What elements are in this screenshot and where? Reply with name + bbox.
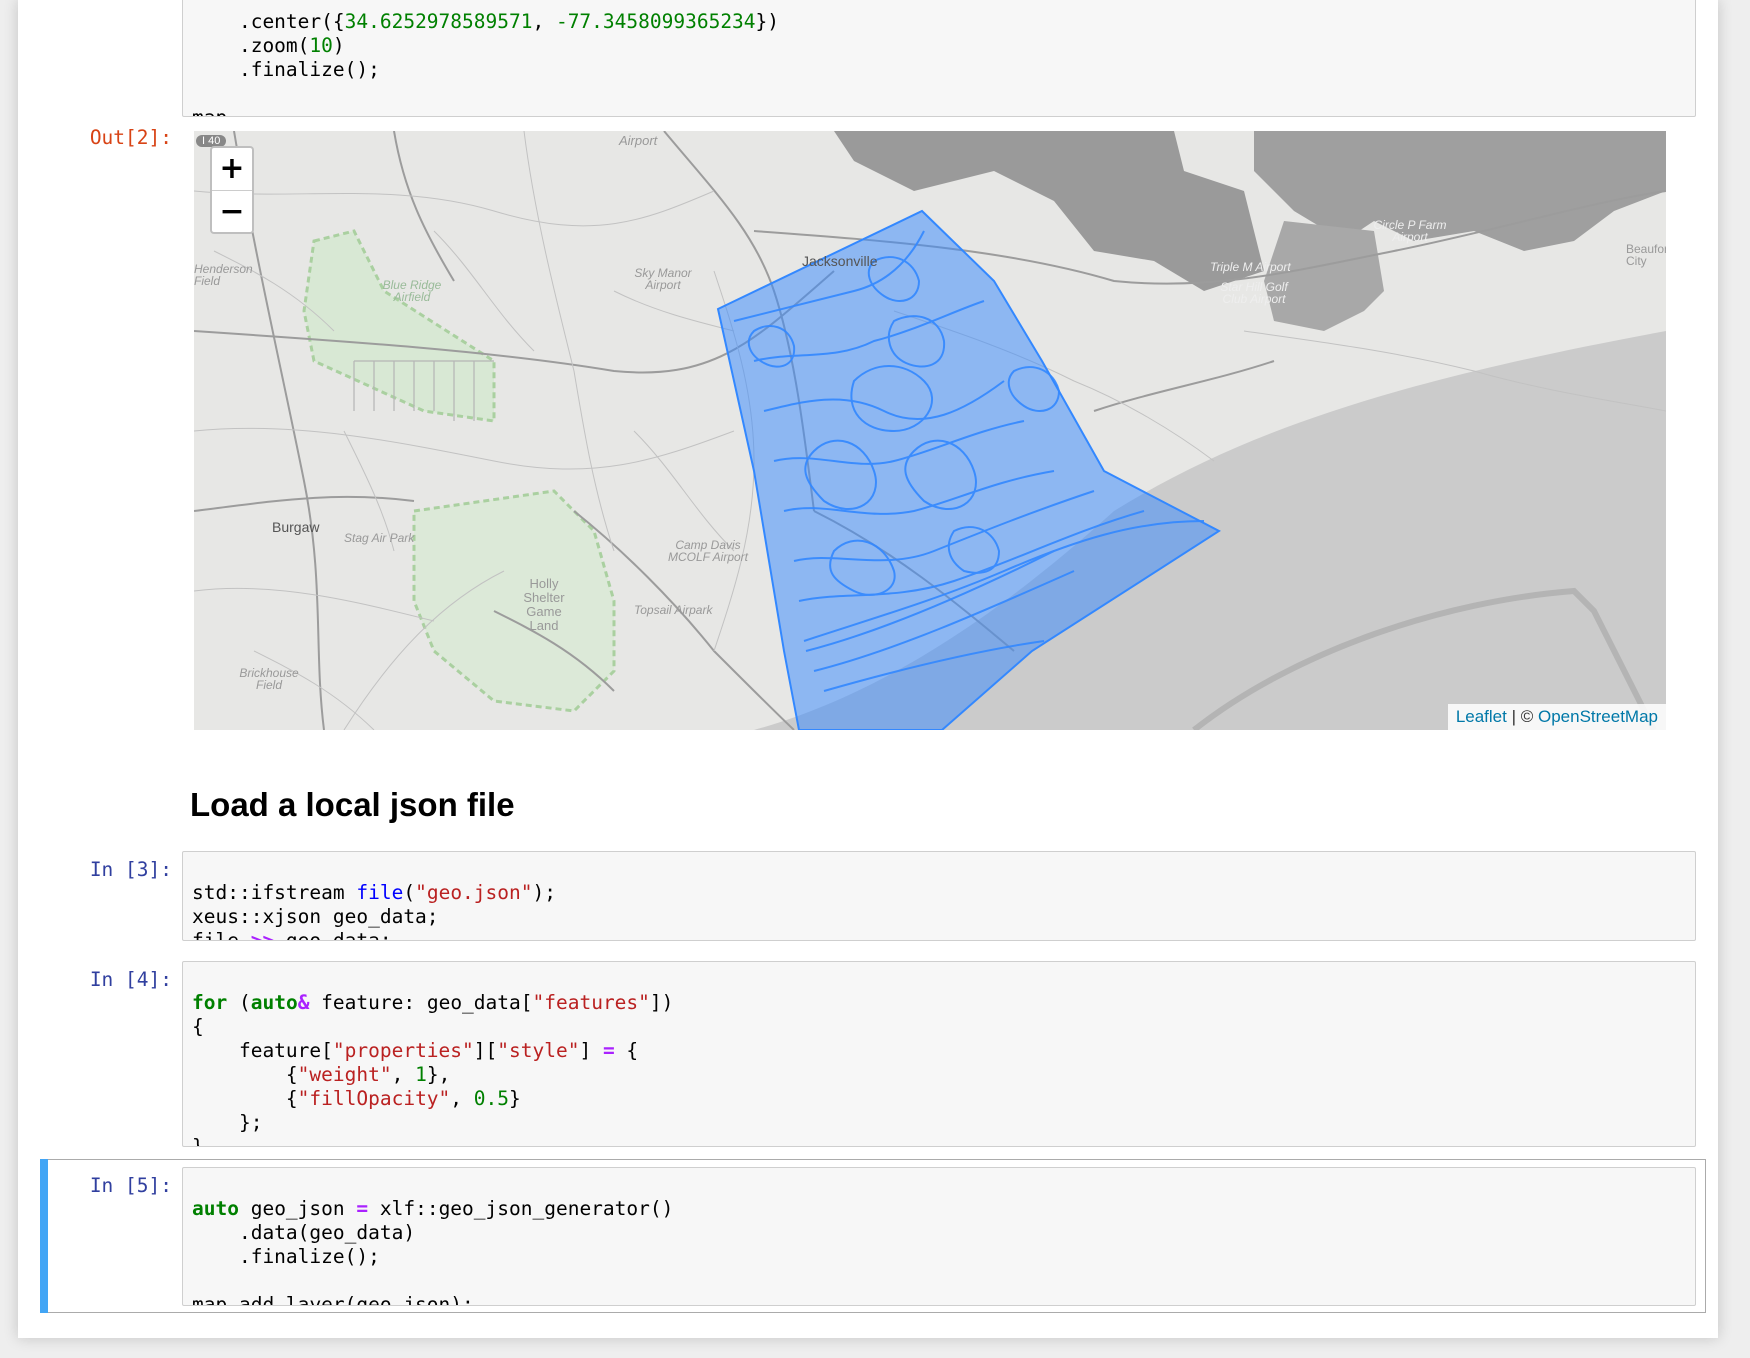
map-label-henderson: Henderson Field xyxy=(194,262,253,288)
leaflet-map[interactable]: Airport Jacksonville Henderson Field Blu… xyxy=(194,131,1666,730)
code-line: .center({34.6252978589571, -77.345809936… xyxy=(192,10,780,33)
code-cell-3[interactable]: std::ifstream file("geo.json"); xeus::xjs… xyxy=(182,851,1696,941)
map-label-sky-manor: Sky Manor Airport xyxy=(634,266,692,292)
code-cell-2[interactable]: .center({34.6252978589571, -77.345809936… xyxy=(182,0,1696,117)
map-label-topsail: Topsail Airpark xyxy=(634,603,713,617)
code-line: file >> geo_data; xyxy=(192,929,392,941)
map-label-airport: Airport xyxy=(619,133,658,148)
zoom-out-button[interactable]: − xyxy=(212,191,252,232)
zoom-in-button[interactable]: + xyxy=(212,148,252,191)
code-line: }; xyxy=(192,1111,263,1134)
map-label-holly: Holly Shelter Game Land xyxy=(523,576,565,633)
code-cell-5[interactable]: auto geo_json = xlf::geo_json_generator(… xyxy=(182,1167,1696,1306)
map-label-circle-p: Circle P Farm Airport xyxy=(1373,218,1447,244)
openstreetmap-link[interactable]: OpenStreetMap xyxy=(1538,707,1658,726)
code-line: {"weight", 1}, xyxy=(192,1063,451,1086)
map-label-stag-air: Stag Air Park xyxy=(344,531,415,545)
attribution-separator: | © xyxy=(1506,707,1538,726)
code-line: .zoom(10) xyxy=(192,34,345,57)
out-prompt-2: Out[2]: xyxy=(89,126,172,149)
code-line: for (auto& feature: geo_data["features"]… xyxy=(192,991,674,1014)
zoom-control: + − xyxy=(210,146,254,234)
park-area xyxy=(302,229,496,423)
code-line: map.add_layer(geo_json); xyxy=(192,1293,474,1306)
map-label-camp-davis: Camp Davis MCOLF Airport xyxy=(668,538,749,564)
map-label-triple-m: Triple M Airport xyxy=(1210,260,1291,274)
in-prompt-5: In [5]: xyxy=(89,1174,172,1197)
map-label-star-hill: Star Hill Golf Club Airport xyxy=(1220,280,1288,306)
map-label-brickhouse: Brickhouse Field xyxy=(239,666,299,692)
leaflet-link[interactable]: Leaflet xyxy=(1456,707,1507,726)
code-line: { xyxy=(192,1015,204,1038)
code-line: xeus::xjson geo_data; xyxy=(192,905,439,928)
code-line: } xyxy=(192,1135,204,1147)
map-label-jacksonville: Jacksonville xyxy=(802,253,878,269)
in-prompt-3: In [3]: xyxy=(89,858,172,881)
map-label-beaufort: Beaufort City xyxy=(1626,242,1666,268)
code-line: feature["properties"]["style"] = { xyxy=(192,1039,639,1062)
map-label-blue-ridge: Blue Ridge Airfield xyxy=(382,278,442,304)
markdown-heading: Load a local json file xyxy=(190,786,515,823)
map-attribution: Leaflet | © OpenStreetMap xyxy=(1447,704,1666,730)
code-line: std::ifstream file("geo.json"); xyxy=(192,881,556,904)
code-cell-4[interactable]: for (auto& feature: geo_data["features"]… xyxy=(182,961,1696,1147)
code-line: {"fillOpacity", 0.5} xyxy=(192,1087,521,1110)
code-line: map xyxy=(192,106,1686,116)
in-prompt-4: In [4]: xyxy=(89,968,172,991)
code-line: auto geo_json = xlf::geo_json_generator(… xyxy=(192,1197,674,1220)
code-line: .finalize(); xyxy=(192,58,380,81)
code-line: .finalize(); xyxy=(192,1245,380,1268)
wetland-area xyxy=(1264,221,1384,331)
map-label-burgaw: Burgaw xyxy=(272,519,320,535)
code-line: .data(geo_data) xyxy=(192,1221,416,1244)
